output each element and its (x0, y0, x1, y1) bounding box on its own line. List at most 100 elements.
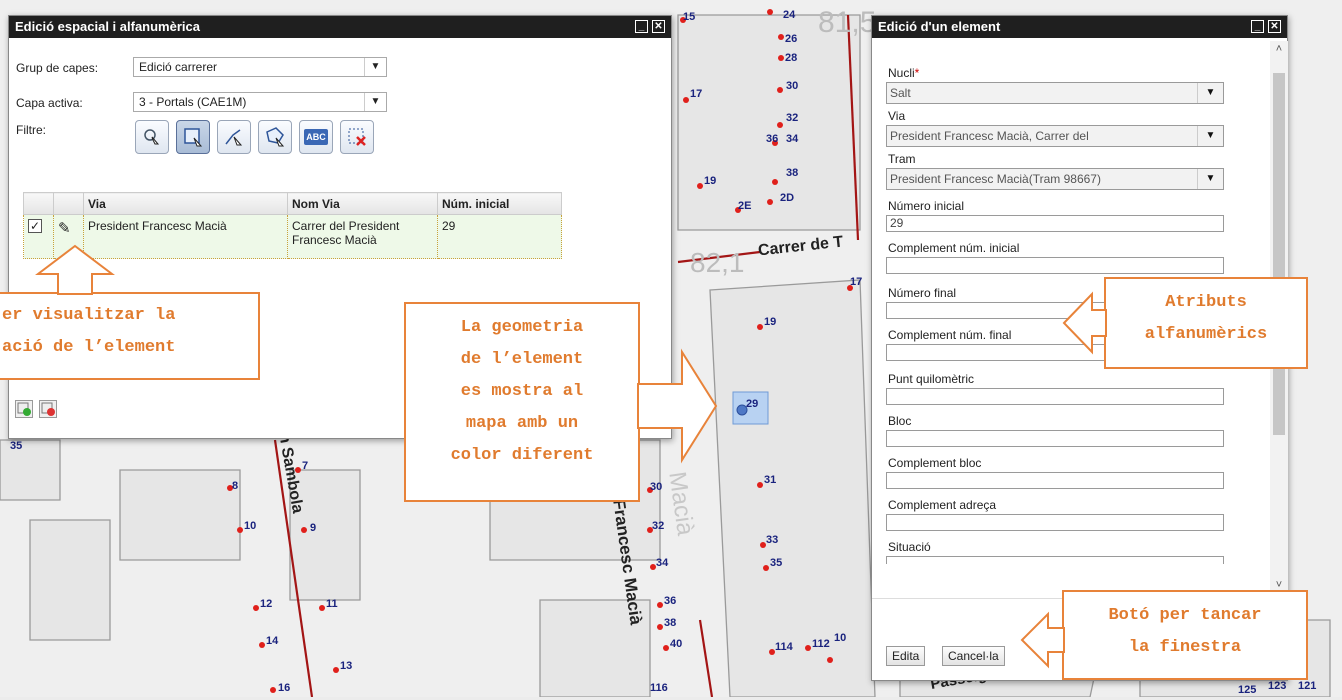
select-line-button[interactable] (217, 120, 251, 154)
map-number: 30 (650, 481, 663, 493)
text-abc-icon: ABC (304, 129, 328, 145)
map-number: 16 (278, 682, 291, 694)
callout-arrow-left-icon (1020, 611, 1065, 669)
text-search-button[interactable]: ABC (299, 120, 333, 154)
chevron-down-icon: ▼ (1197, 126, 1223, 146)
active-layer-label: Capa activa: (16, 96, 83, 110)
complement-adreca-input[interactable] (886, 514, 1224, 531)
map-number: 28 (785, 52, 798, 64)
tram-label: Tram (888, 152, 916, 166)
callout-geometry: La geometria de l’element es mostra al m… (404, 302, 640, 502)
map-number: 2D (780, 192, 795, 204)
situacio-input[interactable] (886, 556, 1224, 564)
map-number: 24 (783, 9, 796, 21)
map-number: 34 (786, 133, 799, 145)
complement-num-final-label: Complement núm. final (888, 328, 1012, 342)
numero-final-label: Número final (888, 286, 957, 300)
numero-inicial-input[interactable]: 29 (886, 215, 1224, 232)
map-number: 12 (260, 598, 273, 610)
map-grid-value: 82,1 (690, 247, 745, 278)
map-number: 26 (785, 33, 798, 45)
map-grid-value: 81,5 (818, 6, 877, 39)
close-icon[interactable]: ✕ (652, 20, 665, 33)
callout-line: Atributs (1165, 293, 1247, 312)
map-number: 17 (690, 88, 703, 100)
add-row-button[interactable] (15, 400, 33, 418)
callout-view-element: er visualitzar la ació de l’element (0, 292, 260, 380)
via-select[interactable]: President Francesc Macià, Carrer del ▼ (886, 125, 1224, 147)
window-titlebar[interactable]: Edició d'un element _ ✕ (872, 16, 1287, 38)
scroll-up-icon[interactable]: ˄ (1273, 43, 1285, 55)
remove-icon (41, 402, 55, 416)
clear-selection-button[interactable] (340, 120, 374, 154)
map-number: 36 (664, 595, 677, 607)
map-number: 14 (266, 635, 279, 647)
callout-close-button: Botó per tancar la finestra (1062, 590, 1308, 680)
complement-bloc-input[interactable] (886, 472, 1224, 489)
chevron-down-icon: ▼ (364, 93, 386, 111)
remove-row-button[interactable] (39, 400, 57, 418)
add-icon (17, 402, 31, 416)
map-number: 35 (770, 557, 783, 569)
bloc-input[interactable] (886, 430, 1224, 447)
map-number: 116 (650, 682, 668, 694)
complement-adreca-label: Complement adreça (888, 498, 997, 512)
column-header[interactable]: Núm. inicial (437, 192, 562, 215)
scroll-thumb[interactable] (1273, 73, 1285, 435)
tram-select[interactable]: President Francesc Macià(Tram 98667) ▼ (886, 168, 1224, 190)
column-header-filler (561, 192, 617, 215)
window-titlebar[interactable]: Edició espacial i alfanumèrica _ ✕ (9, 16, 671, 38)
column-header[interactable]: Via (83, 192, 288, 215)
select-rectangle-button[interactable] (176, 120, 210, 154)
window-title: Edició d'un element (878, 19, 1001, 34)
map-number: 13 (340, 660, 353, 672)
situacio-label: Situació (888, 540, 931, 554)
cancel-button[interactable]: Cancel·la (942, 646, 1005, 666)
map-number: 34 (656, 557, 669, 569)
map-number: 123 (1268, 680, 1287, 692)
callout-line: La geometria (460, 318, 584, 337)
required-marker: * (914, 66, 920, 80)
callout-line: de l’element (460, 350, 584, 369)
map-number: 32 (786, 112, 799, 124)
row-filler (561, 214, 617, 259)
tram-value: President Francesc Macià(Tram 98667) (890, 172, 1101, 186)
map-number: 38 (664, 617, 677, 629)
select-polygon-button[interactable] (258, 120, 292, 154)
map-number: 36 (766, 133, 779, 145)
map-number: 121 (1298, 680, 1317, 692)
column-header[interactable]: Nom Via (287, 192, 438, 215)
group-layer-select[interactable]: Edició carrerer ▼ (133, 57, 387, 77)
callout-arrow-up-icon (35, 244, 115, 295)
punt-quilometric-input[interactable] (886, 388, 1224, 405)
highlighted-point-number[interactable]: 29 (746, 398, 758, 410)
complement-num-inicial-input[interactable] (886, 257, 1224, 274)
via-value: President Francesc Macià, Carrer del (890, 129, 1089, 143)
map-number: 15 (683, 11, 696, 23)
map-number: 40 (670, 638, 683, 650)
pencil-icon[interactable]: ✎ (58, 220, 71, 237)
map-number: 35 (10, 440, 23, 452)
minimize-icon[interactable]: _ (1251, 20, 1264, 33)
callout-line: Botó per tancar (1108, 606, 1262, 625)
minimize-icon[interactable]: _ (635, 20, 648, 33)
map-number: 33 (766, 534, 779, 546)
callout-line: la finestra (1128, 638, 1242, 657)
checkbox-checked-icon[interactable]: ✓ (28, 219, 42, 233)
pointer-tool-button[interactable] (135, 120, 169, 154)
active-layer-select[interactable]: 3 - Portals (CAE1M) ▼ (133, 92, 387, 112)
close-icon[interactable]: ✕ (1268, 20, 1281, 33)
edit-button[interactable]: Edita (886, 646, 926, 666)
table-cell-nom-via: Carrer del President Francesc Macià (287, 214, 438, 259)
nucli-select[interactable]: Salt ▼ (886, 82, 1224, 104)
pointer-icon (144, 129, 160, 145)
select-line-icon (225, 129, 243, 146)
callout-line: mapa amb un (465, 414, 579, 433)
map-number: 10 (244, 520, 257, 532)
map-number: 114 (775, 641, 793, 653)
map-number: 11 (326, 598, 338, 610)
map-number: 8 (232, 480, 239, 492)
checkbox-column-header (23, 192, 54, 215)
callout-arrow-left-icon (1062, 291, 1107, 355)
map-number: 31 (764, 474, 777, 486)
